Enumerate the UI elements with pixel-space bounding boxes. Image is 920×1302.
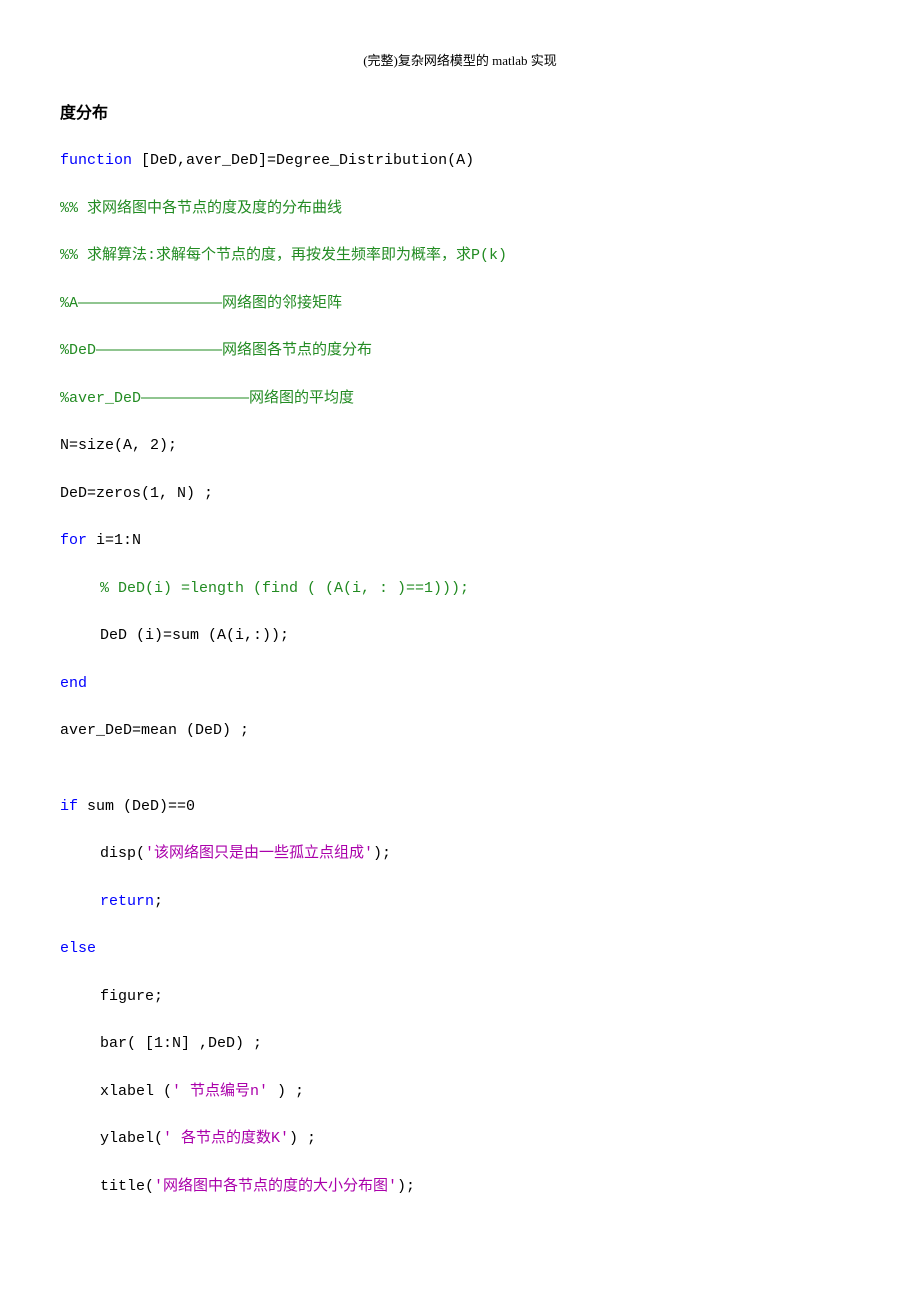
code-line-18: figure; xyxy=(60,987,860,1007)
code-line-8: DeD=zeros(1, N) ; xyxy=(60,484,860,504)
code-line-2: %% 求网络图中各节点的度及度的分布曲线 xyxy=(60,199,860,219)
code-line-17: else xyxy=(60,939,860,959)
code-text: bar( [1:N] ,DeD) ; xyxy=(100,1035,262,1052)
code-line-21: ylabel(' 各节点的度数K') ; xyxy=(60,1129,860,1149)
keyword-if: if xyxy=(60,798,78,815)
comment: %A————————————————网络图的邻接矩阵 xyxy=(60,295,342,312)
page-header: (完整)复杂网络模型的 matlab 实现 xyxy=(60,50,860,69)
code-line-15: disp('该网络图只是由一些孤立点组成'); xyxy=(60,844,860,864)
keyword-function: function xyxy=(60,152,132,169)
code-line-6: %aver_DeD————————————网络图的平均度 xyxy=(60,389,860,409)
code-line-14: if sum (DeD)==0 xyxy=(60,797,860,817)
string-literal: ' 各节点的度数K' xyxy=(163,1130,289,1147)
code-text: DeD (i)=sum (A(i,:)); xyxy=(100,627,289,644)
code-line-12: end xyxy=(60,674,860,694)
code-text: N=size(A, 2); xyxy=(60,437,177,454)
code-line-9: for i=1:N xyxy=(60,531,860,551)
code-line-19: bar( [1:N] ,DeD) ; xyxy=(60,1034,860,1054)
string-literal: ' 节点编号n' xyxy=(172,1083,277,1100)
comment: %% 求网络图中各节点的度及度的分布曲线 xyxy=(60,200,342,217)
keyword-for: for xyxy=(60,532,87,549)
comment: %aver_DeD————————————网络图的平均度 xyxy=(60,390,354,407)
code-text: ); xyxy=(397,1178,415,1195)
code-line-10: % DeD(i) =length (find ( (A(i, : )==1)))… xyxy=(60,579,860,599)
code-line-5: %DeD——————————————网络图各节点的度分布 xyxy=(60,341,860,361)
code-text: ); xyxy=(373,845,391,862)
code-text: title( xyxy=(100,1178,154,1195)
comment: %DeD——————————————网络图各节点的度分布 xyxy=(60,342,372,359)
code-line-4: %A————————————————网络图的邻接矩阵 xyxy=(60,294,860,314)
code-text: [DeD,aver_DeD]=Degree_Distribution(A) xyxy=(132,152,474,169)
code-text: aver_DeD=mean (DeD) ; xyxy=(60,722,249,739)
comment: % DeD(i) =length (find ( (A(i, : )==1)))… xyxy=(100,580,469,597)
code-text: ) ; xyxy=(289,1130,316,1147)
string-literal: '该网络图只是由一些孤立点组成' xyxy=(145,845,373,862)
comment: %% 求解算法:求解每个节点的度，再按发生频率即为概率，求P(k) xyxy=(60,247,507,264)
code-text: DeD=zeros(1, N) ; xyxy=(60,485,213,502)
code-line-22: title('网络图中各节点的度的大小分布图'); xyxy=(60,1177,860,1197)
keyword-end: end xyxy=(60,675,87,692)
code-line-20: xlabel (' 节点编号n' ) ; xyxy=(60,1082,860,1102)
code-text: sum (DeD)==0 xyxy=(78,798,195,815)
code-text: ylabel( xyxy=(100,1130,163,1147)
code-text: ; xyxy=(154,893,163,910)
code-text: figure; xyxy=(100,988,163,1005)
code-line-13: aver_DeD=mean (DeD) ; xyxy=(60,721,860,741)
code-line-7: N=size(A, 2); xyxy=(60,436,860,456)
code-line-11: DeD (i)=sum (A(i,:)); xyxy=(60,626,860,646)
code-text: ) ; xyxy=(277,1083,304,1100)
code-line-3: %% 求解算法:求解每个节点的度，再按发生频率即为概率，求P(k) xyxy=(60,246,860,266)
code-text: disp( xyxy=(100,845,145,862)
code-line-1: function [DeD,aver_DeD]=Degree_Distribut… xyxy=(60,151,860,171)
code-text: i=1:N xyxy=(87,532,141,549)
document-page: (完整)复杂网络模型的 matlab 实现 度分布 function [DeD,… xyxy=(0,0,920,1274)
code-text: xlabel ( xyxy=(100,1083,172,1100)
section-title: 度分布 xyxy=(60,99,860,123)
keyword-return: return xyxy=(100,893,154,910)
keyword-else: else xyxy=(60,940,96,957)
string-literal: '网络图中各节点的度的大小分布图' xyxy=(154,1178,397,1195)
code-line-16: return; xyxy=(60,892,860,912)
